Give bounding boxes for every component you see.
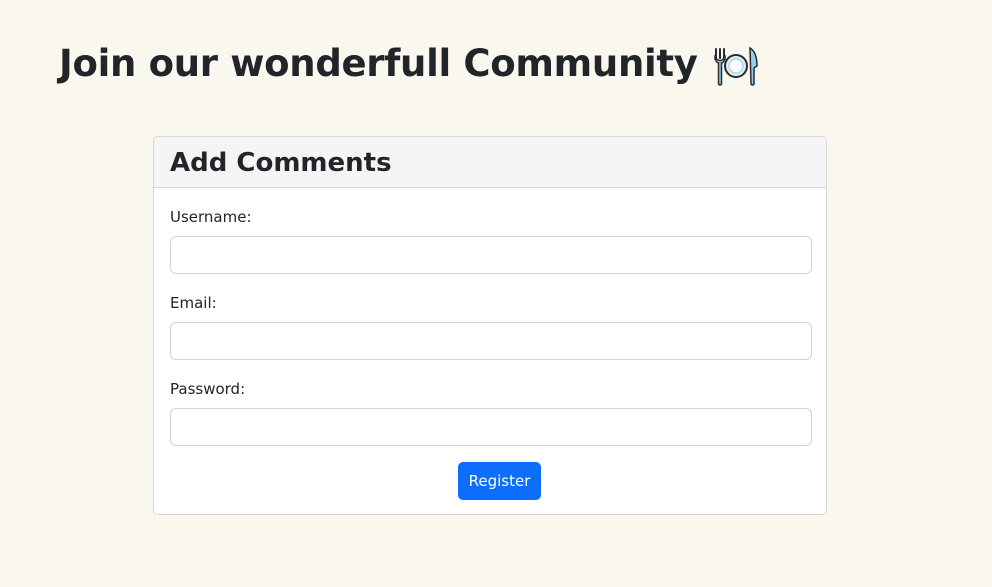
comment-form-card: Add Comments Username: Email: Password: … [153,136,827,515]
email-label: Email: [170,294,217,312]
password-input[interactable] [170,408,812,446]
card-header: Add Comments [154,137,826,188]
username-input[interactable] [170,236,812,274]
email-input[interactable] [170,322,812,360]
password-label: Password: [170,380,246,398]
fork-knife-plate-icon [712,40,760,88]
register-button[interactable]: Register [458,462,541,500]
page-title: Join our wonderfull Community [59,36,760,92]
page-title-text: Join our wonderfull Community [59,42,698,85]
username-label: Username: [170,208,252,226]
